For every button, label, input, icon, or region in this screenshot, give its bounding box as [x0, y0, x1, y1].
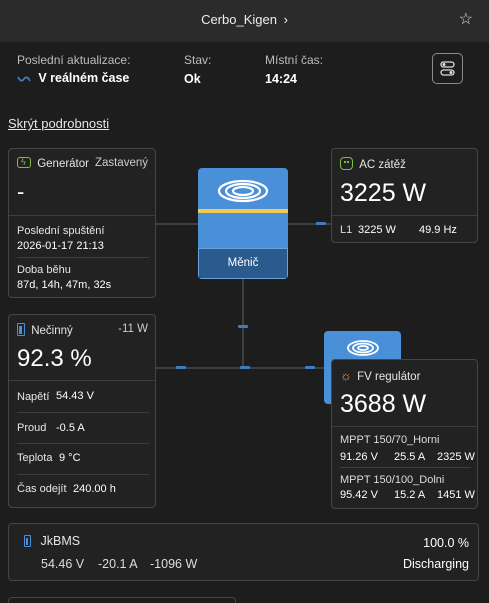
bms-header: JkBMS [24, 534, 80, 548]
connector [156, 223, 198, 225]
generator-card[interactable]: ϟ Generátor Zastavený - Poslední spuštěn… [8, 148, 156, 298]
solar-title: FV regulátor [357, 371, 421, 383]
bms-soc: 100.0 % [423, 536, 469, 550]
chevron-right-icon: › [283, 12, 288, 27]
runtime-label: Doba běhu [17, 264, 71, 276]
voltage-label: Napětí [17, 391, 50, 403]
generator-value: - [17, 179, 25, 204]
solar-header: ☼ FV regulátor [340, 368, 420, 383]
runtime-value: 87d, 14h, 47m, 32s [17, 279, 112, 291]
next-card-partial [8, 597, 236, 603]
charger-current: 25.5 A [394, 451, 426, 463]
flow-dot [316, 222, 326, 225]
charger-name: MPPT 150/70_Horni [340, 434, 440, 446]
inverter-tile[interactable]: Měnič [198, 168, 288, 279]
hide-details-link[interactable]: Skrýt podrobnosti [8, 116, 109, 131]
phase-power: 3225 W [358, 224, 396, 236]
ttg-value: 240.00 h [73, 483, 116, 495]
state-label: Stav: [184, 53, 212, 67]
last-update-value: V reálném čase [38, 71, 130, 85]
bms-card[interactable]: JkBMS 100.0 % 54.46 V -20.1 A -1096 W Di… [8, 523, 479, 581]
last-update-label: Poslední aktualizace: [17, 53, 131, 67]
solar-card[interactable]: ☼ FV regulátor 3688 W MPPT 150/70_Horni … [331, 359, 478, 509]
temp-value: 9 °C [59, 452, 81, 464]
battery-header: Nečinný [17, 323, 73, 337]
site-title-button[interactable]: Cerbo_Kigen › [0, 12, 489, 27]
bms-state: Discharging [402, 557, 469, 571]
generator-state: Zastavený [94, 157, 148, 169]
local-time-value: 14:24 [265, 72, 297, 86]
last-run-label: Poslední spuštění [17, 225, 105, 237]
battery-power: -11 W [118, 323, 148, 335]
bms-voltage: 54.46 V [41, 557, 85, 571]
bms-title: JkBMS [40, 534, 81, 548]
generator-header: ϟ Generátor [17, 157, 89, 170]
generator-icon: ϟ [17, 157, 31, 168]
phase-frequency: 49.9 Hz [419, 224, 457, 236]
inverter-stripe [198, 209, 288, 213]
inverter-label: Měnič [198, 248, 288, 279]
charger-voltage: 95.42 V [340, 489, 378, 501]
top-bar: Cerbo_Kigen › ☆ [0, 0, 489, 42]
realtime-wave-icon [17, 76, 31, 82]
battery-soc: 92.3 % [17, 345, 92, 372]
charger-voltage: 91.26 V [340, 451, 378, 463]
last-run-value: 2026-01-17 21:13 [17, 240, 104, 252]
charger-power: 2325 W [437, 451, 475, 463]
ac-load-value: 3225 W [340, 179, 427, 207]
battery-card[interactable]: Nečinný -11 W 92.3 % Napětí 54.43 V Prou… [8, 314, 156, 508]
generator-title: Generátor [37, 158, 89, 170]
battery-title: Nečinný [31, 325, 73, 337]
charger-current: 15.2 A [394, 489, 426, 501]
ac-load-header: AC zátěž [340, 157, 406, 171]
star-icon[interactable]: ☆ [459, 9, 473, 29]
last-update-row: V reálném čase [17, 71, 129, 85]
charger-power: 1451 W [437, 489, 475, 501]
ac-load-card[interactable]: AC zátěž 3225 W L1 3225 W 49.9 Hz [331, 148, 478, 243]
battery-icon [24, 535, 31, 547]
socket-icon [340, 157, 353, 170]
flow-dot [238, 325, 248, 328]
sun-icon: ☼ [340, 368, 352, 383]
flow-dot [176, 366, 186, 369]
ttg-label: Čas odejít [17, 483, 67, 495]
voltage-value: 54.43 V [56, 390, 94, 402]
connector [242, 278, 244, 368]
flow-dot [305, 366, 315, 369]
current-value: -0.5 A [56, 422, 85, 434]
battery-icon [17, 323, 25, 336]
toggle-switches-button[interactable] [432, 53, 463, 84]
solar-value: 3688 W [340, 390, 427, 418]
charger-name: MPPT 150/100_Dolni [340, 474, 445, 486]
phase-label: L1 [340, 224, 353, 236]
bms-power: -1096 W [150, 557, 198, 571]
current-label: Proud [17, 422, 47, 434]
state-value: Ok [184, 72, 201, 86]
flow-dot [240, 366, 250, 369]
temp-label: Teplota [17, 452, 53, 464]
ac-load-title: AC zátěž [359, 159, 406, 171]
local-time-label: Místní čas: [265, 53, 324, 67]
site-title: Cerbo_Kigen [201, 12, 277, 27]
toggles-icon [440, 61, 455, 76]
bms-current: -20.1 A [98, 557, 138, 571]
